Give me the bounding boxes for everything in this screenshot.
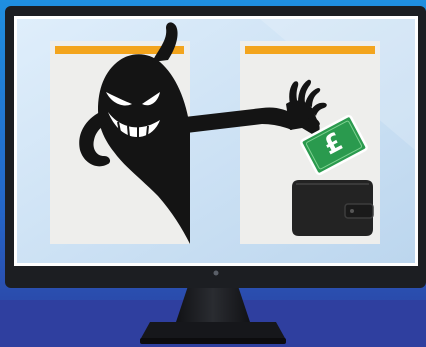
wallet-icon <box>292 180 374 236</box>
wallet-clasp <box>344 203 374 219</box>
power-button-icon <box>213 270 219 276</box>
right-page-header <box>245 46 375 54</box>
phishing-illustration <box>0 0 426 347</box>
